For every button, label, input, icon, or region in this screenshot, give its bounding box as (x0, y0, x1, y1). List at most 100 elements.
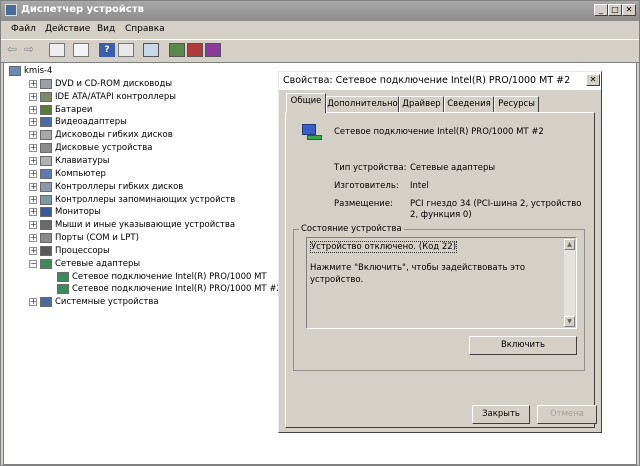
manufacturer-label: Изготовитель: (334, 181, 399, 191)
tree-item-label: Дисководы гибких дисков (55, 130, 173, 141)
tree-item-label: kmis-4 (24, 66, 53, 76)
tree-item-label: Сетевое подключение Intel(R) PRO/1000 MT (72, 271, 267, 282)
device-category-icon (40, 91, 52, 102)
device-category-icon (40, 181, 52, 192)
tree-item-label: Мыши и иные указывающие устройства (55, 220, 236, 231)
tree-subitem[interactable]: Сетевое подключение Intel(R) PRO/1000 MT… (4, 283, 304, 296)
tree-item[interactable]: + DVD и CD-ROM дисководы (4, 78, 304, 91)
expand-icon[interactable]: + (29, 208, 37, 217)
device-category-icon (40, 78, 52, 89)
tab-general[interactable]: Общие (286, 93, 326, 113)
close-button[interactable]: Закрыть (472, 405, 530, 424)
tree-item-label: DVD и CD-ROM дисководы (55, 78, 173, 89)
disable-device-icon[interactable] (187, 43, 203, 57)
tree-item[interactable]: + Батареи (4, 104, 304, 117)
tab-advanced[interactable]: Дополнительно (326, 96, 399, 112)
device-status-text[interactable]: Устройство отключено. (Код 22) Нажмите "… (306, 237, 577, 329)
device-status-label: Состояние устройства (299, 224, 404, 234)
scan-hardware-icon[interactable] (143, 43, 159, 57)
device-type-value: Сетевые адаптеры (410, 163, 496, 173)
tree-item-label: Процессоры (55, 245, 110, 256)
expand-icon[interactable]: + (29, 118, 37, 127)
tree-item-label: IDE ATA/ATAPI контроллеры (55, 91, 176, 102)
tree-item-label: Мониторы (55, 207, 101, 218)
device-category-icon (40, 168, 52, 179)
tab-details[interactable]: Сведения (444, 96, 494, 112)
tree-item-label: Видеоадаптеры (55, 117, 127, 128)
menu-file[interactable]: Файл (11, 24, 36, 34)
expand-icon[interactable]: + (29, 144, 37, 153)
update-driver-icon[interactable] (169, 43, 185, 57)
uninstall-device-icon[interactable] (205, 43, 221, 57)
tree-item[interactable]: + IDE ATA/ATAPI контроллеры (4, 91, 304, 104)
tab-resources[interactable]: Ресурсы (494, 96, 539, 112)
tree-item-label: Сетевые адаптеры (55, 258, 141, 269)
tree-item[interactable]: + Мыши и иные указывающие устройства (4, 219, 304, 232)
tree-item[interactable]: + Порты (COM и LPT) (4, 232, 304, 245)
tree-item[interactable]: + Клавиатуры (4, 155, 304, 168)
expand-icon[interactable]: + (29, 92, 37, 101)
title-bar: Диспетчер устройств _ □ ✕ (1, 1, 639, 21)
tree-item[interactable]: + Контроллеры гибких дисков (4, 181, 304, 194)
enable-button[interactable]: Включить (469, 336, 577, 355)
tree-item[interactable]: + Видеоадаптеры (4, 116, 304, 129)
expand-icon[interactable]: + (29, 221, 37, 230)
expand-icon[interactable]: + (29, 156, 37, 165)
status-line-1: Устройство отключено. (Код 22) (310, 241, 458, 253)
show-hide-tree-icon[interactable] (73, 43, 89, 57)
tree-item[interactable]: + Компьютер (4, 168, 304, 181)
tree-root[interactable]: kmis-4 (4, 65, 304, 78)
device-category-icon (40, 220, 52, 231)
expand-icon[interactable]: + (29, 105, 37, 114)
menu-view[interactable]: Вид (97, 24, 115, 34)
device-manager-icon (5, 4, 17, 16)
tree-item-label: Компьютер (55, 168, 106, 179)
tree-item[interactable]: − Сетевые адаптеры (4, 258, 304, 271)
collapse-icon[interactable]: − (29, 259, 37, 268)
window-title: Диспетчер устройств (21, 4, 144, 15)
device-name: Сетевое подключение Intel(R) PRO/1000 MT… (334, 127, 544, 137)
expand-icon[interactable]: + (29, 246, 37, 255)
tree-item[interactable]: + Контроллеры запоминающих устройств (4, 194, 304, 207)
tree-item-label: Дисковые устройства (55, 143, 153, 154)
close-window-button[interactable]: ✕ (622, 4, 636, 16)
expand-icon[interactable]: + (29, 79, 37, 88)
minimize-button[interactable]: _ (594, 4, 608, 16)
device-category-icon (40, 104, 52, 115)
properties-icon[interactable] (118, 43, 134, 57)
device-category-icon (57, 271, 69, 282)
help-icon[interactable]: ? (99, 43, 115, 57)
expand-icon[interactable]: + (29, 195, 37, 204)
expand-icon[interactable]: + (29, 182, 37, 191)
tree-item[interactable]: + Мониторы (4, 206, 304, 219)
expand-icon[interactable]: + (29, 298, 37, 307)
scroll-up-icon[interactable]: ▲ (564, 239, 575, 250)
cancel-button[interactable]: Отмена (537, 405, 597, 424)
maximize-button[interactable]: □ (608, 4, 622, 16)
forward-arrow-icon[interactable]: ⇨ (24, 43, 40, 57)
manufacturer-value: Intel (410, 181, 429, 191)
menu-help[interactable]: Справка (125, 24, 165, 34)
menu-action[interactable]: Действие (45, 24, 90, 34)
scroll-down-icon[interactable]: ▼ (564, 316, 575, 327)
tree-item[interactable]: + Процессоры (4, 245, 304, 258)
tree-item-label: Клавиатуры (55, 155, 110, 166)
tab-driver[interactable]: Драйвер (399, 96, 444, 112)
expand-icon[interactable]: + (29, 234, 37, 243)
status-line-2: Нажмите "Включить", чтобы задействовать … (310, 263, 526, 285)
device-category-icon (40, 233, 52, 244)
tree-subitem[interactable]: Сетевое подключение Intel(R) PRO/1000 MT (4, 271, 304, 284)
tree-item[interactable]: + Системные устройства (4, 296, 304, 309)
tree-item[interactable]: + Дисководы гибких дисков (4, 129, 304, 142)
properties-dialog: Свойства: Сетевое подключение Intel(R) P… (278, 71, 602, 433)
dialog-close-button[interactable]: ✕ (586, 74, 600, 86)
dialog-title-bar: Свойства: Сетевое подключение Intel(R) P… (279, 72, 601, 90)
expand-icon[interactable]: + (29, 131, 37, 140)
device-category-icon (40, 297, 52, 308)
tree-item[interactable]: + Дисковые устройства (4, 142, 304, 155)
device-category-icon (40, 117, 52, 128)
back-arrow-icon[interactable]: ⇦ (7, 43, 23, 57)
status-scrollbar[interactable]: ▲ ▼ (564, 239, 575, 327)
properties-view-icon[interactable] (49, 43, 65, 57)
expand-icon[interactable]: + (29, 169, 37, 178)
